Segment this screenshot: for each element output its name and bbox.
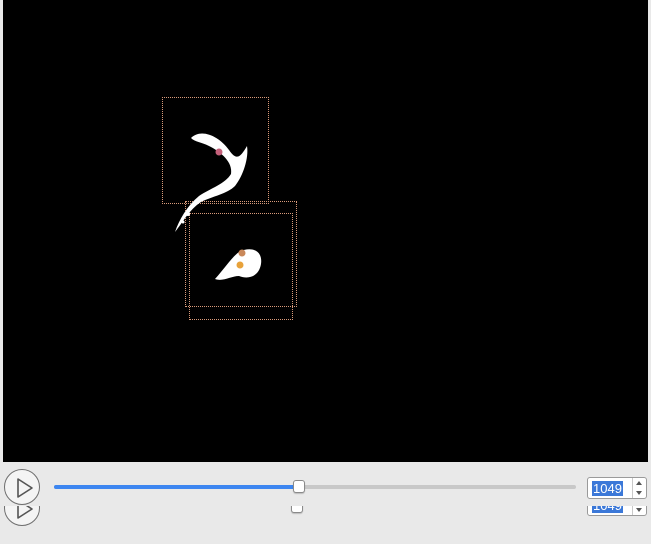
keypoint-marker xyxy=(238,249,246,257)
frame-slider-fill xyxy=(54,485,300,489)
frame-spinbox[interactable]: 1049 xyxy=(587,477,647,499)
playback-controls: 1049 xyxy=(0,462,651,512)
frame-slider-track[interactable] xyxy=(54,485,576,489)
segmented-object-1 xyxy=(175,133,248,232)
frame-spinbox[interactable]: 1049 xyxy=(587,506,647,516)
frame-slider-thumb[interactable] xyxy=(291,506,303,513)
play-icon xyxy=(17,506,33,519)
chevron-up-icon[interactable] xyxy=(636,481,642,485)
keypoint-marker xyxy=(215,148,223,156)
segmentation-overlay xyxy=(175,133,262,280)
play-button[interactable] xyxy=(4,506,40,526)
play-icon xyxy=(17,478,33,498)
spin-buttons xyxy=(632,478,646,498)
chevron-down-icon[interactable] xyxy=(636,508,642,512)
video-viewer[interactable] xyxy=(3,0,648,462)
chevron-down-icon[interactable] xyxy=(636,491,642,495)
playback-controls-duplicate: 1049 xyxy=(0,506,651,544)
spin-buttons xyxy=(632,506,646,515)
play-button[interactable] xyxy=(4,469,40,505)
keypoint-marker xyxy=(236,261,244,269)
frame-slider-thumb[interactable] xyxy=(293,480,306,493)
frame-value[interactable]: 1049 xyxy=(592,481,623,496)
frame-value[interactable]: 1049 xyxy=(592,506,623,513)
